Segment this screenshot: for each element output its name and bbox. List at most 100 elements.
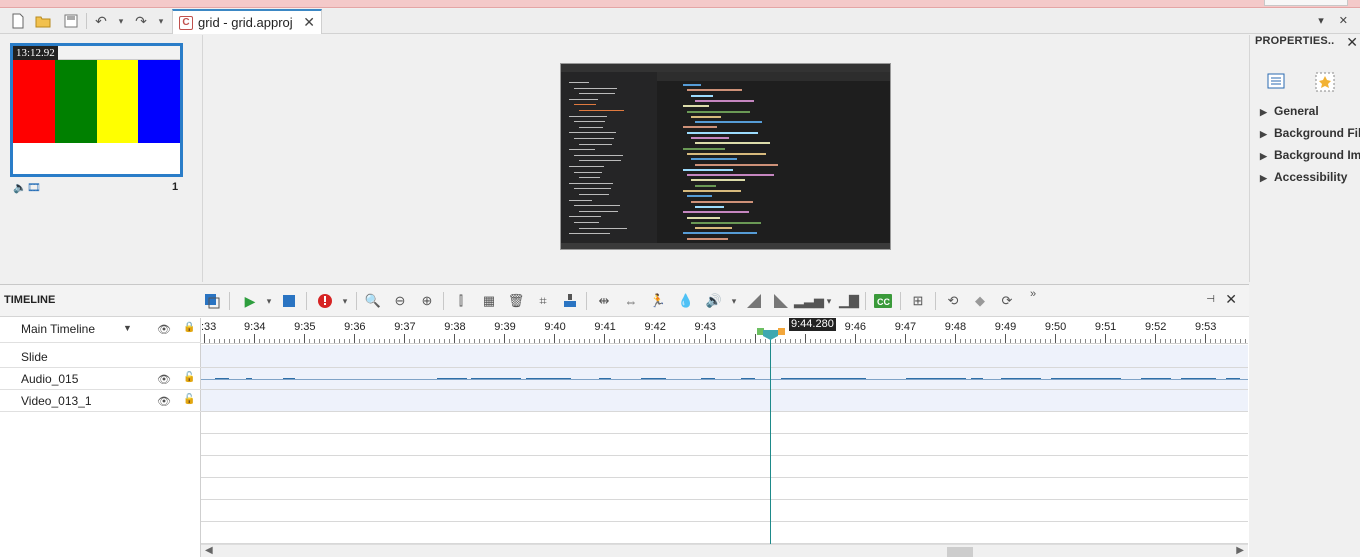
file-tree-line xyxy=(569,233,610,235)
levels-icon[interactable]: ▂▃▅ xyxy=(794,292,824,310)
ruler-minor-tick xyxy=(724,339,726,343)
ruler-minor-tick xyxy=(279,339,281,343)
ruler-minor-tick xyxy=(599,339,601,343)
empty-track-row xyxy=(201,412,1248,434)
undo-icon[interactable]: ↶ xyxy=(92,12,110,30)
ruler-label: 9:40 xyxy=(544,321,566,333)
ruler-minor-tick xyxy=(1084,339,1086,343)
end-marker[interactable] xyxy=(778,328,785,335)
rotate-icon[interactable]: ⟲ xyxy=(944,292,962,310)
ruler-minor-tick xyxy=(229,339,231,343)
ruler-minor-tick xyxy=(519,339,521,343)
delete-icon[interactable]: 🗑 xyxy=(507,292,525,310)
zoom-in-icon[interactable]: ⊕ xyxy=(418,292,436,310)
speed-icon[interactable]: 🏃 xyxy=(649,292,667,310)
close-timeline-icon[interactable]: ✕ xyxy=(1225,291,1237,308)
close-properties-icon[interactable]: ✕ xyxy=(1346,34,1358,51)
scroll-right-icon[interactable]: ▶ xyxy=(1236,545,1244,556)
section-general[interactable]: ▶ General xyxy=(1260,104,1319,118)
ruler-minor-tick xyxy=(269,339,271,343)
unlock-icon[interactable]: 🔓 xyxy=(183,394,195,405)
ruler-minor-tick xyxy=(409,339,411,343)
title-field[interactable] xyxy=(1264,0,1348,6)
ruler-minor-tick xyxy=(559,339,561,343)
record-dropdown-icon[interactable]: ▾ xyxy=(336,292,354,310)
redo-icon[interactable]: ↷ xyxy=(132,12,150,30)
scroll-thumb[interactable] xyxy=(947,547,973,557)
track-main-timeline[interactable]: Main Timeline ▼ 👁 🔒 xyxy=(0,318,201,343)
file-tree-line xyxy=(579,227,627,229)
zoom-out-icon[interactable]: ⊖ xyxy=(391,292,409,310)
play-dropdown-icon[interactable]: ▾ xyxy=(260,292,278,310)
app-window: ↶ ▾ ↷ ▾ C grid - grid.approj ✕ ▾ ✕ 13:12… xyxy=(0,0,1360,557)
close-tab-icon[interactable]: ✕ xyxy=(303,14,315,31)
track-audio[interactable]: Audio_015 👁 🔓 xyxy=(0,368,201,390)
list-properties-icon[interactable] xyxy=(1266,71,1286,91)
pane-menu-icons[interactable]: ▾ ✕ xyxy=(1318,14,1354,27)
loop-icon[interactable]: ⟳ xyxy=(998,292,1016,310)
scroll-left-icon[interactable]: ◀ xyxy=(205,545,213,556)
fade-out-icon[interactable] xyxy=(772,292,790,310)
stop-icon[interactable] xyxy=(280,292,298,310)
chevron-down-icon[interactable]: ▼ xyxy=(123,323,132,333)
section-background-fill[interactable]: ▶ Background Fill xyxy=(1260,126,1360,140)
ruler-label: 9:52 xyxy=(1144,321,1167,333)
record-icon[interactable] xyxy=(316,292,334,310)
start-marker[interactable] xyxy=(757,328,764,335)
fade-in-icon[interactable] xyxy=(745,292,763,310)
redo-dropdown-icon[interactable]: ▾ xyxy=(152,12,170,30)
timeline-tracks[interactable]: :33 9:34 9:35 9:36 9:37 9:38 9:39 9:40 9:41 9:42 9… xyxy=(201,318,1248,557)
drop-icon[interactable]: 💧 xyxy=(677,292,695,310)
code-line xyxy=(691,158,737,161)
crop-icon[interactable]: ⌗ xyxy=(534,292,552,310)
save-icon[interactable] xyxy=(62,12,80,30)
volume-dropdown-icon[interactable]: ▾ xyxy=(725,292,743,310)
levels-dropdown-icon[interactable]: ▾ xyxy=(820,292,838,310)
closed-caption-icon[interactable]: CC xyxy=(874,292,892,310)
expand-clip-icon[interactable]: ⇔ xyxy=(622,292,640,310)
track-slide[interactable]: Slide xyxy=(0,346,201,368)
file-tree-line xyxy=(579,126,603,128)
trim-icon[interactable]: ▦ xyxy=(480,292,498,310)
lock-icon[interactable]: 🔒 xyxy=(183,322,195,333)
more-tools-icon[interactable]: » xyxy=(1024,285,1042,303)
split-icon[interactable]: ⫿ xyxy=(452,292,470,310)
animation-properties-icon[interactable] xyxy=(1314,71,1335,92)
ruler-major-tick xyxy=(254,334,256,343)
section-background-image[interactable]: ▶ Background Image xyxy=(1260,148,1360,162)
new-file-icon[interactable] xyxy=(9,12,27,30)
keyframe-icon[interactable]: ◆ xyxy=(971,292,989,310)
track-video[interactable]: Video_013_1 👁 🔓 xyxy=(0,390,201,412)
ruler-minor-tick xyxy=(869,339,871,343)
video-track-row[interactable] xyxy=(201,390,1248,412)
ruler-minor-tick xyxy=(844,339,846,343)
audio-track-row[interactable] xyxy=(201,368,1248,390)
code-line xyxy=(687,216,720,219)
open-folder-icon[interactable] xyxy=(34,12,52,30)
unlock-icon[interactable]: 🔓 xyxy=(183,372,195,383)
tab-document[interactable]: C grid - grid.approj ✕ xyxy=(172,9,322,34)
video-preview[interactable] xyxy=(560,63,891,250)
undo-dropdown-icon[interactable]: ▾ xyxy=(112,12,130,30)
volume-icon[interactable]: 🔊 xyxy=(705,292,723,310)
marker-icon[interactable] xyxy=(561,292,579,310)
eye-icon[interactable]: 👁 xyxy=(157,373,171,386)
normalize-icon[interactable]: ▁▇ xyxy=(839,292,859,310)
fit-icon[interactable]: ⇹ xyxy=(595,292,613,310)
eye-icon[interactable]: 👁 xyxy=(157,323,171,336)
clip-thumbnail[interactable]: 13:12.92 xyxy=(10,43,183,177)
ruler-minor-tick xyxy=(719,339,721,343)
pin-icon[interactable]: ⊣ xyxy=(1206,294,1215,305)
track-select-icon[interactable] xyxy=(203,292,221,310)
eye-icon[interactable]: 👁 xyxy=(157,395,171,408)
play-icon[interactable]: ▶ xyxy=(241,292,259,310)
playhead-line[interactable] xyxy=(770,330,771,557)
ruler-minor-tick xyxy=(1189,339,1191,343)
slide-track-row[interactable] xyxy=(201,345,1248,368)
time-ruler[interactable]: :33 9:34 9:35 9:36 9:37 9:38 9:39 9:40 9:41 9:42 9… xyxy=(201,318,1248,344)
horizontal-scrollbar[interactable]: ◀ ▶ xyxy=(201,544,1248,557)
ruler-minor-tick xyxy=(859,339,861,343)
section-accessibility[interactable]: ▶ Accessibility xyxy=(1260,170,1347,184)
align-icon[interactable]: ⊞ xyxy=(909,292,927,310)
zoom-icon[interactable]: 🔍 xyxy=(364,292,382,310)
